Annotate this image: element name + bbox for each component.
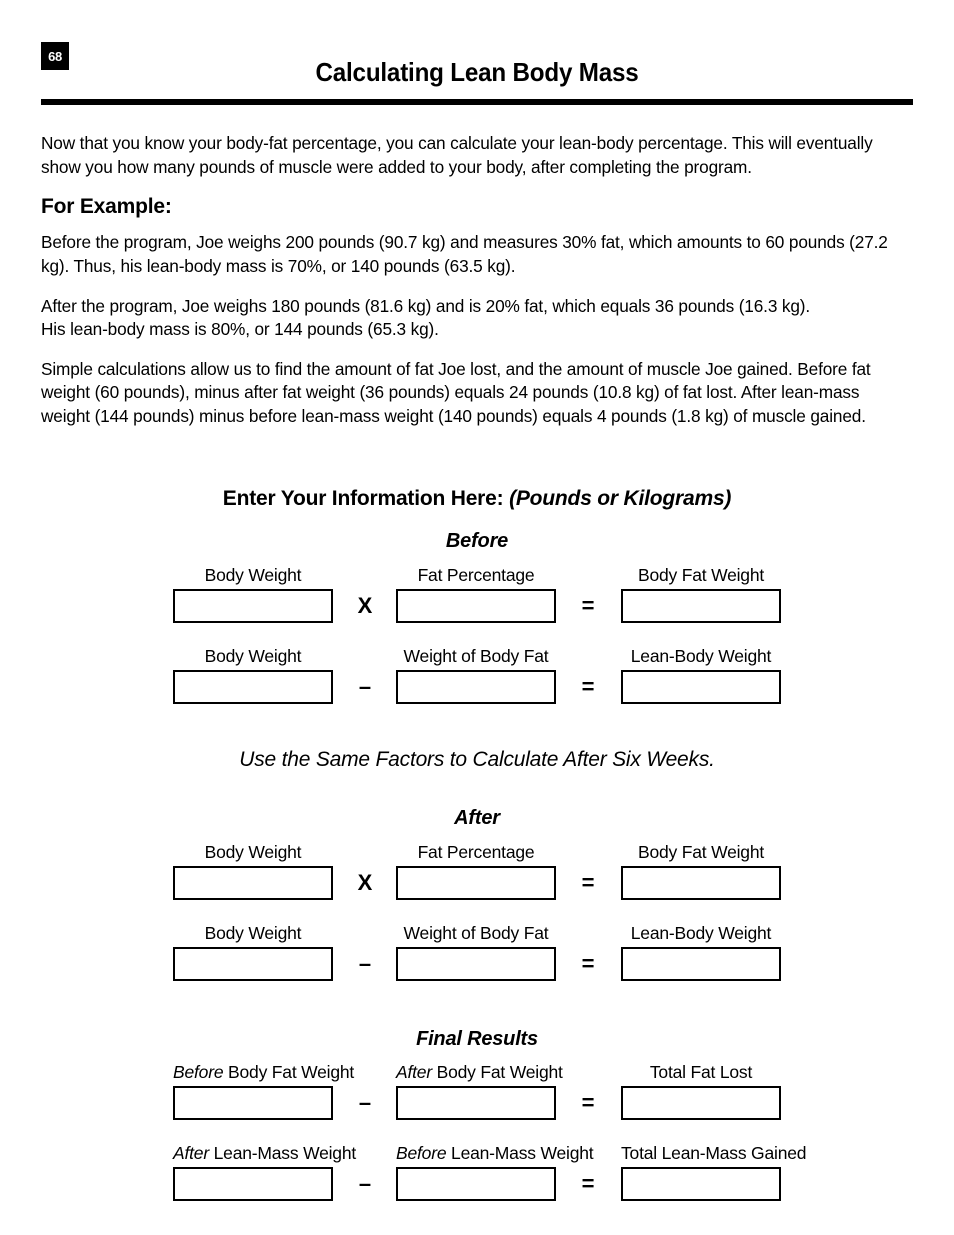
final-after-body-fat-weight-input[interactable] — [396, 1086, 556, 1120]
equals-operator: = — [581, 951, 595, 976]
equals-operator: = — [581, 1171, 595, 1196]
field-label: Body Weight — [204, 646, 302, 666]
final-total-fat-lost-input[interactable] — [621, 1086, 781, 1120]
after-row-1-body-weight: Body Weight — [173, 842, 333, 900]
label-emphasis: Before — [396, 1143, 447, 1163]
before-weight-of-body-fat-input[interactable] — [396, 670, 556, 704]
field-label: Before Lean-Mass Weight — [396, 1143, 594, 1163]
label-rest: Body Fat Weight — [228, 1062, 355, 1082]
field-label: Fat Percentage — [417, 842, 535, 862]
label-rest: Lean-Mass Weight — [213, 1143, 357, 1163]
intro-paragraph: Now that you know your body-fat percenta… — [41, 133, 873, 177]
field-label: Body Weight — [204, 565, 302, 585]
before-row-1-fat-percentage: Fat Percentage — [396, 565, 556, 623]
field-label: Weight of Body Fat — [403, 646, 549, 666]
field-label: After Body Fat Weight — [396, 1062, 563, 1082]
after-section-title: After — [454, 807, 500, 829]
page-header: 68 Calculating Lean Body Mass — [0, 0, 954, 112]
field-label: Lean-Body Weight — [630, 646, 772, 666]
after-body-weight-input[interactable] — [173, 866, 333, 900]
after-fat-percentage-input[interactable] — [396, 866, 556, 900]
after-row-1-body-fat-weight: Body Fat Weight — [621, 842, 781, 900]
minus-operator: – — [358, 1090, 372, 1115]
after-weight-of-body-fat-input[interactable] — [396, 947, 556, 981]
equals-operator: = — [581, 593, 595, 618]
final-row-1-before-body-fat-weight: Before Body Fat Weight — [173, 1062, 354, 1120]
after-body-fat-weight-input[interactable] — [621, 866, 781, 900]
final-row-2-after-lean-mass-weight: After Lean-Mass Weight — [173, 1143, 356, 1201]
after-lean-body-weight-input[interactable] — [621, 947, 781, 981]
before-row-2-lean-body-weight: Lean-Body Weight — [621, 646, 781, 704]
field-label: Body Weight — [204, 842, 302, 862]
before-fat-percentage-input[interactable] — [396, 589, 556, 623]
field-label: Total Lean-Mass Gained — [621, 1143, 807, 1163]
final-results-title: Final Results — [416, 1028, 538, 1050]
enter-information-main: Enter Your Information Here: — [222, 487, 504, 510]
for-example-heading: For Example: — [41, 195, 172, 219]
minus-operator: – — [358, 951, 372, 976]
before-row-1-body-weight: Body Weight — [173, 565, 333, 623]
final-row-1-total-fat-lost: Total Fat Lost — [621, 1062, 781, 1120]
before-row-1-body-fat-weight: Body Fat Weight — [621, 565, 781, 623]
after-body-weight-input-2[interactable] — [173, 947, 333, 981]
example-calculations-paragraph: Simple calculations allow us to find the… — [41, 358, 871, 426]
label-rest: Lean-Mass Weight — [451, 1143, 594, 1163]
after-row-2-lean-body-weight: Lean-Body Weight — [621, 923, 781, 981]
final-row-2-total-lean-mass-gained: Total Lean-Mass Gained — [621, 1143, 807, 1201]
before-section-title: Before — [445, 530, 509, 552]
header-divider — [41, 99, 913, 105]
multiply-operator: X — [357, 593, 373, 618]
before-row-1: Body Weight X Fat Percentage = Body Fat … — [0, 565, 954, 641]
final-row-2: After Lean-Mass Weight – Before Lean-Mas… — [0, 1143, 954, 1219]
page-title: Calculating Lean Body Mass — [315, 57, 639, 87]
after-row-2-body-weight: Body Weight — [173, 923, 333, 981]
field-label: Total Fat Lost — [649, 1062, 753, 1082]
field-label: Weight of Body Fat — [403, 923, 549, 943]
example-before-paragraph: Before the program, Joe weighs 200 pound… — [41, 232, 888, 276]
field-label: Body Fat Weight — [637, 842, 765, 862]
before-lean-body-weight-input[interactable] — [621, 670, 781, 704]
before-body-weight-input-2[interactable] — [173, 670, 333, 704]
worksheet: Enter Your Information Here: (Pounds or … — [0, 487, 954, 1219]
final-row-2-before-lean-mass-weight: Before Lean-Mass Weight — [396, 1143, 594, 1201]
after-row-2: Body Weight – Weight of Body Fat = Lean-… — [0, 923, 954, 999]
enter-information-units: (Pounds or Kilograms) — [509, 487, 732, 510]
final-after-lean-mass-weight-input[interactable] — [173, 1167, 333, 1201]
minus-operator: – — [358, 674, 372, 699]
field-label: Fat Percentage — [417, 565, 535, 585]
before-body-fat-weight-input[interactable] — [621, 589, 781, 623]
label-emphasis: After — [396, 1062, 432, 1082]
example-after-paragraph: After the program, Joe weighs 180 pounds… — [41, 295, 811, 340]
same-factors-note: Use the Same Factors to Calculate After … — [239, 748, 715, 771]
after-row-1-fat-percentage: Fat Percentage — [396, 842, 556, 900]
field-label: Lean-Body Weight — [630, 923, 772, 943]
final-row-1: Before Body Fat Weight – After Body Fat … — [0, 1062, 954, 1138]
multiply-operator: X — [357, 870, 373, 895]
before-row-2-weight-of-body-fat: Weight of Body Fat — [396, 646, 556, 704]
final-before-body-fat-weight-input[interactable] — [173, 1086, 333, 1120]
final-total-lean-mass-gained-input[interactable] — [621, 1167, 781, 1201]
after-row-1: Body Weight X Fat Percentage = Body Fat … — [0, 842, 954, 918]
equals-operator: = — [581, 870, 595, 895]
label-emphasis: After — [173, 1143, 209, 1163]
field-label: After Lean-Mass Weight — [173, 1143, 356, 1163]
before-body-weight-input[interactable] — [173, 589, 333, 623]
minus-operator: – — [358, 1171, 372, 1196]
article-body: Now that you know your body-fat percenta… — [41, 132, 913, 443]
label-rest: Body Fat Weight — [436, 1062, 563, 1082]
equals-operator: = — [581, 674, 595, 699]
label-emphasis: Before — [173, 1062, 224, 1082]
field-label: Body Weight — [204, 923, 302, 943]
before-row-2-body-weight: Body Weight — [173, 646, 333, 704]
final-row-1-after-body-fat-weight: After Body Fat Weight — [396, 1062, 563, 1120]
enter-information-heading: Enter Your Information Here: (Pounds or … — [0, 487, 954, 511]
equals-operator: = — [581, 1090, 595, 1115]
final-before-lean-mass-weight-input[interactable] — [396, 1167, 556, 1201]
before-row-2: Body Weight – Weight of Body Fat = Lean-… — [0, 646, 954, 722]
field-label: Before Body Fat Weight — [173, 1062, 354, 1082]
after-row-2-weight-of-body-fat: Weight of Body Fat — [396, 923, 556, 981]
field-label: Body Fat Weight — [637, 565, 765, 585]
